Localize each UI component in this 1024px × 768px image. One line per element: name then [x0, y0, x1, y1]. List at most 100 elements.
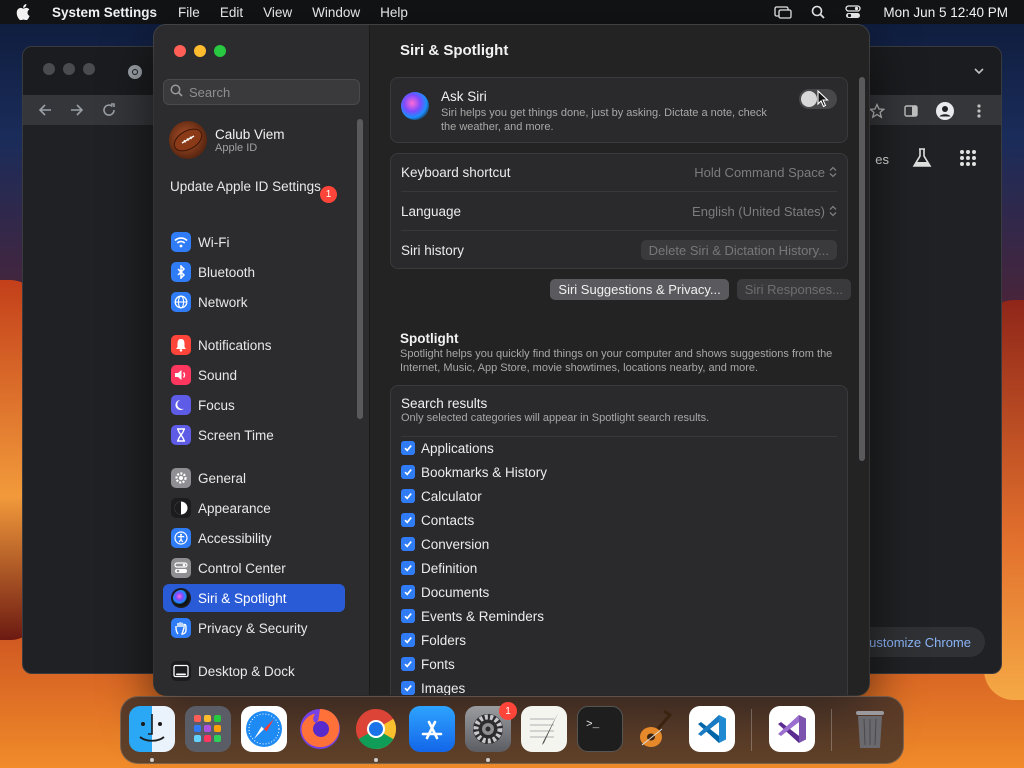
launchpad-icon[interactable]	[185, 706, 231, 752]
screen-mirroring-icon[interactable]	[774, 5, 793, 19]
dock-divider	[751, 709, 752, 751]
list-item[interactable]: Definition	[401, 558, 477, 578]
garageband-icon[interactable]	[633, 706, 679, 752]
sidebar-item-network[interactable]: Network	[163, 288, 345, 316]
main-scrollbar[interactable]	[859, 77, 865, 461]
zoom-button[interactable]	[214, 45, 226, 57]
list-item[interactable]: Contacts	[401, 510, 474, 530]
checkmark-icon[interactable]	[401, 609, 415, 623]
profile-subtitle: Apple ID	[215, 141, 258, 154]
sidebar-item-appearance[interactable]: Appearance	[163, 494, 345, 522]
chrome-icon[interactable]	[353, 706, 399, 752]
list-item[interactable]: Bookmarks & History	[401, 462, 547, 482]
list-item[interactable]: Fonts	[401, 654, 455, 674]
chrome-favicon-icon[interactable]	[127, 64, 143, 80]
list-item[interactable]: Applications	[401, 438, 494, 458]
list-item[interactable]: Folders	[401, 630, 466, 650]
keyboard-shortcut-select[interactable]: Hold Command Space	[694, 165, 837, 180]
chrome-close-button[interactable]	[43, 63, 55, 75]
finder-icon[interactable]	[129, 706, 175, 752]
chevron-down-icon[interactable]	[973, 65, 985, 77]
search-results-subtitle: Only selected categories will appear in …	[401, 412, 710, 424]
back-arrow-icon[interactable]	[37, 102, 53, 118]
siri-responses-button[interactable]: Siri Responses...	[736, 279, 851, 300]
labs-flask-icon[interactable]	[911, 147, 933, 172]
apps-grid-icon[interactable]	[959, 149, 977, 170]
list-item[interactable]: Images	[401, 678, 465, 695]
close-button[interactable]	[174, 45, 186, 57]
sidebar-item-bluetooth[interactable]: Bluetooth	[163, 258, 345, 286]
minimize-button[interactable]	[194, 45, 206, 57]
sidebar-item-siri-spotlight[interactable]: Siri & Spotlight	[163, 584, 345, 612]
reload-icon[interactable]	[101, 102, 117, 118]
checkmark-icon[interactable]	[401, 561, 415, 575]
bell-icon	[171, 335, 191, 355]
sidebar-item-focus[interactable]: Focus	[163, 391, 345, 419]
textedit-icon[interactable]	[521, 706, 567, 752]
sidebar-item-label: Wi-Fi	[198, 234, 230, 250]
profile-icon[interactable]	[935, 101, 955, 121]
forward-arrow-icon[interactable]	[69, 102, 85, 118]
chrome-zoom-button[interactable]	[83, 63, 95, 75]
sidebar-item-screen-time[interactable]: Screen Time	[163, 421, 345, 449]
keyboard-shortcut-value: Hold Command Space	[694, 164, 825, 180]
menu-app-name[interactable]: System Settings	[52, 5, 157, 20]
checkmark-icon[interactable]	[401, 513, 415, 527]
checkmark-icon[interactable]	[401, 465, 415, 479]
checkmark-icon[interactable]	[401, 537, 415, 551]
search-placeholder: Search	[189, 84, 231, 100]
list-item[interactable]: Documents	[401, 582, 489, 602]
chrome-partial-link[interactable]: es	[875, 152, 889, 167]
sidebar-item-privacy-security[interactable]: Privacy & Security	[163, 614, 345, 642]
menu-edit[interactable]: Edit	[220, 5, 243, 20]
sidebar-item-sound[interactable]: Sound	[163, 361, 345, 389]
siri-buttons-row: Siri Suggestions & Privacy... Siri Respo…	[550, 279, 851, 300]
menu-window[interactable]: Window	[312, 5, 360, 20]
control-center-icon[interactable]	[844, 5, 862, 19]
checkmark-icon[interactable]	[401, 681, 415, 695]
checkmark-icon[interactable]	[401, 489, 415, 503]
terminal-icon[interactable]: >_	[577, 706, 623, 752]
sidebar-item-label: General	[198, 470, 247, 486]
vscode-icon[interactable]	[689, 706, 735, 752]
sidebar-item-general[interactable]: General	[163, 464, 345, 492]
visual-studio-icon[interactable]	[769, 706, 815, 752]
app-store-icon[interactable]	[409, 706, 455, 752]
sidebar-search-input[interactable]: Search	[163, 79, 360, 105]
sidebar-item-notifications[interactable]: Notifications	[163, 331, 345, 359]
list-item[interactable]: Calculator	[401, 486, 482, 506]
delete-history-button[interactable]: Delete Siri & Dictation History...	[640, 240, 837, 260]
sidebar-scrollbar[interactable]	[357, 119, 363, 419]
spotlight-search-icon[interactable]	[809, 5, 827, 19]
page-title: Siri & Spotlight	[400, 42, 509, 59]
sidebar-item-accessibility[interactable]: Accessibility	[163, 524, 345, 552]
sidebar-item-desktop-dock[interactable]: Desktop & Dock	[163, 657, 345, 685]
chrome-minimize-button[interactable]	[63, 63, 75, 75]
list-item[interactable]: Conversion	[401, 534, 489, 554]
sidebar-item-label: Focus	[198, 397, 235, 413]
menu-file[interactable]: File	[178, 5, 200, 20]
trash-icon[interactable]	[847, 706, 893, 752]
sidebar-item-label: Siri & Spotlight	[198, 590, 287, 606]
checkmark-icon[interactable]	[401, 585, 415, 599]
firefox-icon[interactable]	[297, 706, 343, 752]
menu-clock[interactable]: Mon Jun 5 12:40 PM	[883, 5, 1008, 20]
menu-help[interactable]: Help	[380, 5, 408, 20]
checkmark-icon[interactable]	[401, 441, 415, 455]
more-options-icon[interactable]	[969, 101, 989, 121]
language-select[interactable]: English (United States)	[692, 204, 837, 219]
siri-suggestions-privacy-button[interactable]: Siri Suggestions & Privacy...	[550, 279, 729, 300]
appearance-icon	[171, 498, 191, 518]
sidebar-item-control-center[interactable]: Control Center	[163, 554, 345, 582]
side-panel-icon[interactable]	[901, 101, 921, 121]
star-icon[interactable]	[867, 101, 887, 121]
list-item[interactable]: Events & Reminders	[401, 606, 544, 626]
apple-id-profile[interactable]: Calub Viem Apple ID	[169, 121, 285, 159]
mouse-cursor-icon	[817, 89, 829, 108]
checkmark-icon[interactable]	[401, 633, 415, 647]
safari-icon[interactable]	[241, 706, 287, 752]
checkmark-icon[interactable]	[401, 657, 415, 671]
apple-menu-icon[interactable]	[16, 4, 30, 20]
menu-view[interactable]: View	[263, 5, 292, 20]
sidebar-item-wifi[interactable]: Wi-Fi	[163, 228, 345, 256]
